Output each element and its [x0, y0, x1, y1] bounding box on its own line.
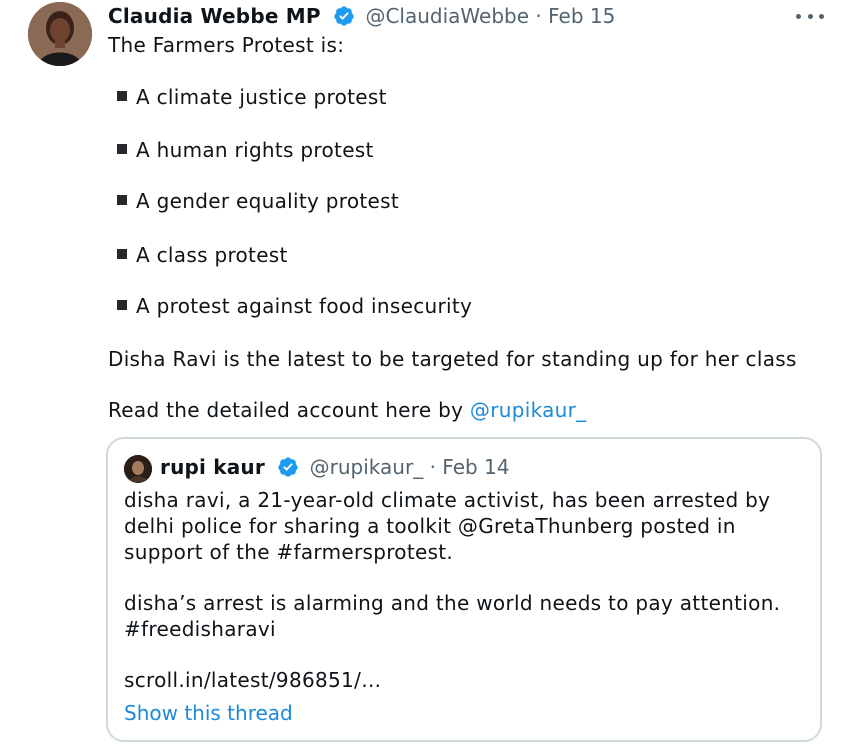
bullet-item: A human rights protest — [108, 137, 374, 163]
quote-avatar-image — [124, 455, 152, 483]
quote-line: disha ravi, a 21-year-old climate activi… — [124, 488, 771, 512]
bullet-square-icon — [117, 91, 127, 101]
bullet-item: A protest against food insecurity — [108, 293, 472, 319]
read-more-line: Read the detailed account here by @rupik… — [108, 397, 586, 423]
avatar[interactable] — [28, 2, 92, 66]
verified-badge-icon — [333, 5, 355, 34]
quote-header: rupi kaur @rupikaur_ · Feb 14 — [160, 453, 510, 485]
read-prefix: Read the detailed account here by — [108, 398, 470, 422]
quote-line: support of the #farmersprotest. — [124, 540, 454, 564]
quote-line: delhi police for sharing a toolkit @Gret… — [124, 514, 736, 538]
author-handle[interactable]: @ClaudiaWebbe — [365, 4, 529, 28]
show-thread-link[interactable]: Show this thread — [124, 699, 293, 727]
author-name[interactable]: Claudia Webbe MP — [108, 4, 321, 28]
quote-avatar[interactable] — [124, 455, 152, 483]
mention-link[interactable]: @rupikaur_ — [470, 398, 587, 422]
quote-author-name[interactable]: rupi kaur — [160, 455, 265, 479]
separator-dot: · — [429, 455, 436, 479]
bullet-square-icon — [117, 300, 127, 310]
avatar-image — [28, 2, 92, 66]
bullet-square-icon — [117, 249, 127, 259]
tweet-date[interactable]: Feb 15 — [548, 4, 615, 28]
bullet-item: A class protest — [108, 242, 288, 268]
bullet-item: A gender equality protest — [108, 188, 399, 214]
bullet-square-icon — [117, 144, 127, 154]
quote-line: disha’s arrest is alarming and the world… — [124, 591, 781, 615]
quote-author-handle[interactable]: @rupikaur_ — [310, 455, 424, 479]
quote-date[interactable]: Feb 14 — [442, 455, 509, 479]
quoted-tweet[interactable]: rupi kaur @rupikaur_ · Feb 14 disha ravi… — [106, 437, 822, 742]
tweet-intro: The Farmers Protest is: — [108, 33, 345, 57]
tweet: Claudia Webbe MP @ClaudiaWebbe · Feb 15 … — [0, 0, 844, 748]
bullet-square-icon — [117, 195, 127, 205]
separator-dot: · — [535, 4, 542, 28]
quote-url[interactable]: scroll.in/latest/986851/… — [124, 667, 381, 693]
verified-badge-icon — [277, 456, 299, 485]
more-dots-icon[interactable] — [796, 6, 824, 26]
bullet-item: A climate justice protest — [108, 84, 387, 110]
tweet-paragraph: Disha Ravi is the latest to be targeted … — [108, 347, 797, 371]
quote-line: #freedisharavi — [124, 617, 276, 641]
tweet-header: Claudia Webbe MP @ClaudiaWebbe · Feb 15 — [108, 2, 824, 32]
